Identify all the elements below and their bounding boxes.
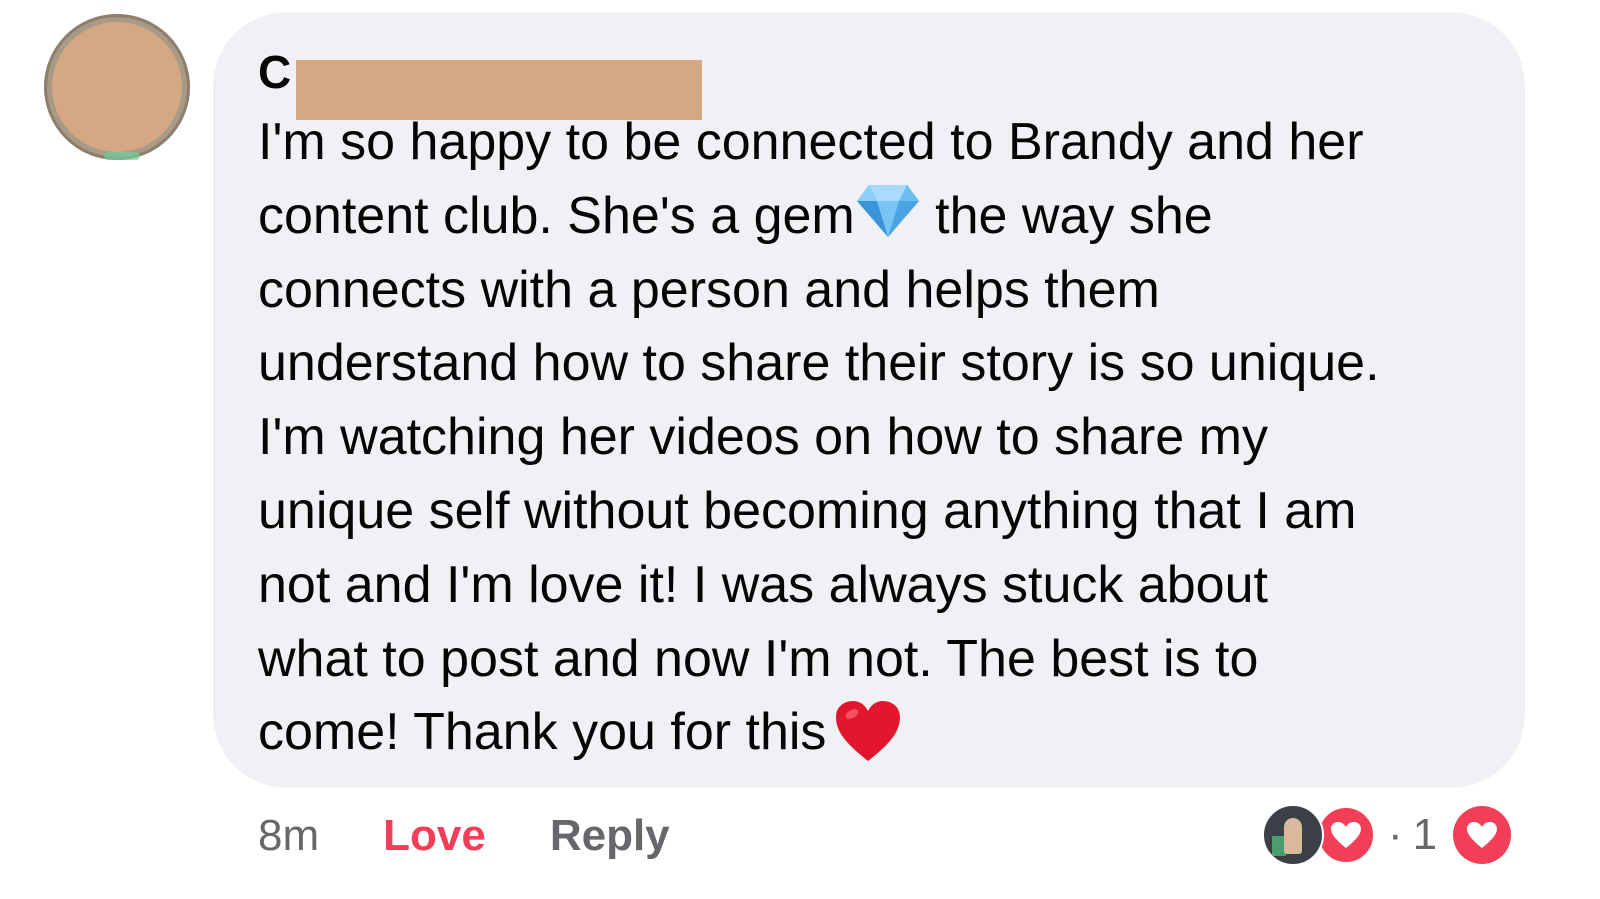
love-button[interactable]: Love: [383, 811, 486, 861]
author-avatar[interactable]: [44, 14, 190, 160]
avatar-ring-accent: [104, 152, 140, 160]
comment-timestamp[interactable]: 8m: [258, 811, 319, 861]
comment-line: not and I'm love it! I was always stuck …: [258, 555, 1268, 614]
comment-line: connects with a person and helps them: [258, 260, 1160, 319]
avatar-redaction: [52, 22, 182, 152]
comment-thread: C I'm so happy to be connected to Brandy…: [0, 0, 1600, 899]
red-heart-icon: [836, 701, 901, 762]
love-reaction-icon: [1316, 805, 1376, 865]
reaction-separator: ·: [1388, 810, 1403, 859]
comment-line: I'm so happy to be connected to Brandy a…: [258, 113, 1364, 171]
comment-line: come! Thank you for this: [258, 696, 1508, 770]
comment-line: content club. She's a gem the way she: [258, 180, 1508, 254]
reaction-summary[interactable]: · 1: [1262, 804, 1512, 866]
reply-button[interactable]: Reply: [550, 811, 670, 861]
comment-line: I'm watching her videos on how to share …: [258, 408, 1268, 467]
gem-icon: [856, 184, 919, 237]
comment-line: unique self without becoming anything th…: [258, 481, 1357, 540]
comment-line: understand how to share their story is s…: [258, 334, 1380, 393]
comment-body: I'm so happy to be connected to Brandy a…: [258, 106, 1508, 770]
reactor-avatar: [1262, 804, 1324, 866]
avatar-figure: [1284, 818, 1302, 854]
comment-line: what to post and now I'm not. The best i…: [258, 629, 1259, 688]
author-name[interactable]: C: [258, 44, 291, 100]
love-reaction-badge-icon[interactable]: [1453, 806, 1512, 864]
comment-actions: 8m Love Reply: [258, 806, 670, 866]
reaction-count: 1: [1412, 810, 1438, 859]
